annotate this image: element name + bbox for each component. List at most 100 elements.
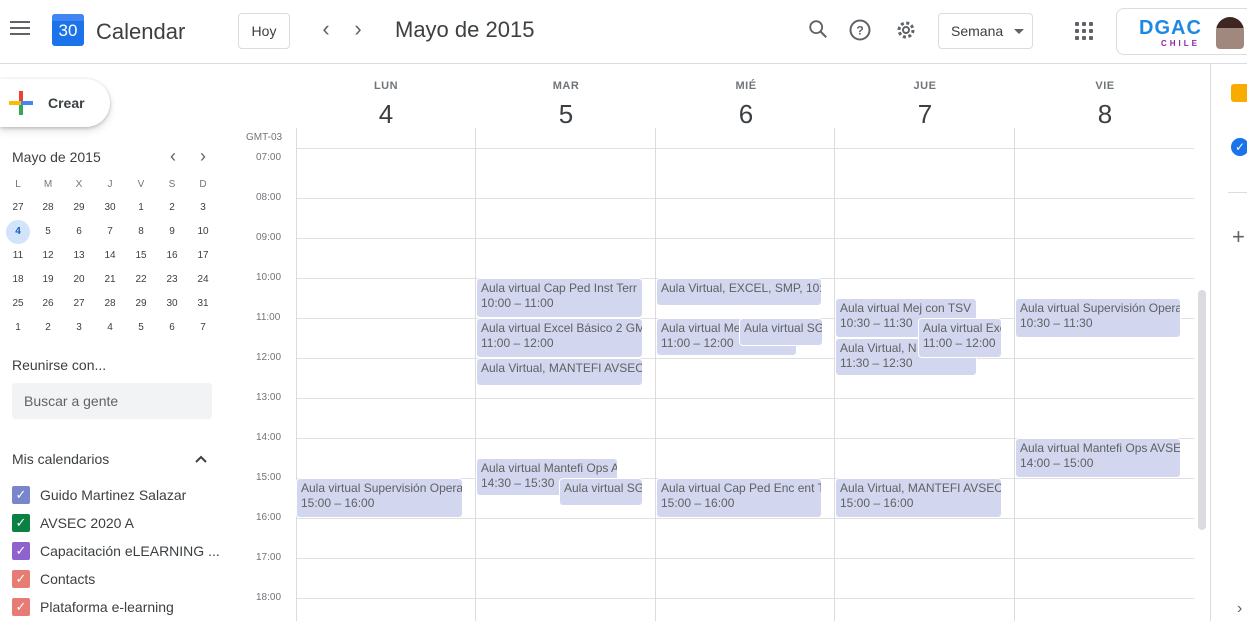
mini-calendar-day[interactable]: 3 (66, 316, 92, 340)
mini-calendar-day[interactable]: 21 (97, 268, 123, 292)
day-column-header[interactable]: VIE 8 (1015, 80, 1195, 130)
day-number[interactable]: 7 (835, 99, 1015, 130)
day-number[interactable]: 4 (296, 99, 476, 130)
mini-calendar-day[interactable]: 29 (128, 292, 154, 316)
mini-calendar-day[interactable]: 6 (159, 316, 185, 340)
day-number[interactable]: 6 (656, 99, 836, 130)
calendar-event[interactable]: Aula virtual Supervisión Opera 10:30 – 11… (1015, 298, 1181, 338)
hour-label: 18:00 (256, 592, 282, 603)
mini-calendar-day[interactable]: 8 (128, 220, 154, 244)
create-button[interactable]: Crear (0, 79, 110, 127)
calendar-event[interactable]: Aula virtual Mantefi Ops AVSE 14:00 – 15:… (1015, 438, 1181, 478)
mini-calendar-day[interactable]: 12 (35, 244, 61, 268)
mini-calendar-day[interactable]: 3 (190, 196, 216, 220)
keep-icon[interactable] (1231, 84, 1247, 102)
checkbox-icon[interactable]: ✓ (12, 542, 30, 560)
day-column-header[interactable]: MIÉ 6 (656, 80, 836, 130)
account-switcher[interactable]: DGAC CHILE (1116, 8, 1247, 55)
mini-calendar-day[interactable]: 30 (159, 292, 185, 316)
mini-calendar-day[interactable]: 1 (5, 316, 31, 340)
day-number[interactable]: 5 (476, 99, 656, 130)
chevron-left-icon[interactable]: ‹ (314, 18, 338, 42)
apps-grid-icon[interactable] (1075, 22, 1093, 40)
calendar-list-item[interactable]: ✓ Contacts (12, 566, 222, 590)
mini-calendar-next-icon[interactable]: › (193, 146, 213, 166)
checkbox-icon[interactable]: ✓ (12, 514, 30, 532)
mini-calendar-day[interactable]: 19 (35, 268, 61, 292)
mini-calendar-day[interactable]: 16 (159, 244, 185, 268)
mini-calendar-day[interactable]: 26 (35, 292, 61, 316)
chevron-right-icon[interactable]: › (1237, 600, 1242, 618)
checkbox-icon[interactable]: ✓ (12, 598, 30, 616)
mini-calendar-day[interactable]: 14 (97, 244, 123, 268)
event-title: Aula virtual Excel Básico 2 GM (481, 321, 643, 335)
mini-calendar-day[interactable]: 5 (128, 316, 154, 340)
mini-calendar-day[interactable]: 4 (6, 220, 30, 244)
mini-calendar-prev-icon[interactable]: ‹ (163, 146, 183, 166)
checkbox-icon[interactable]: ✓ (12, 570, 30, 588)
app-title[interactable]: Calendar (96, 19, 185, 45)
gear-icon[interactable] (894, 18, 918, 42)
view-selector[interactable]: Semana (938, 13, 1033, 49)
mini-calendar-day[interactable]: 20 (66, 268, 92, 292)
mini-calendar-day[interactable]: 30 (97, 196, 123, 220)
mini-calendar-day[interactable]: 17 (190, 244, 216, 268)
day-column-header[interactable]: LUN 4 (296, 80, 476, 130)
chevron-up-icon[interactable] (194, 452, 208, 466)
mini-calendar-day[interactable]: 15 (128, 244, 154, 268)
calendar-event[interactable]: Aula virtual Excel Básico 2 GM 11:00 – 12… (476, 318, 643, 358)
mini-calendar-day[interactable]: 28 (97, 292, 123, 316)
calendar-event[interactable]: Aula Virtual, MANTEFI AVSEC (476, 358, 643, 386)
calendar-event[interactable]: Aula Virtual, EXCEL, SMP, 10:0 (656, 278, 822, 306)
calendar-logo-icon[interactable]: 30 (52, 14, 84, 46)
main-menu-icon[interactable] (10, 21, 30, 37)
mini-calendar-day[interactable]: 25 (5, 292, 31, 316)
calendar-event[interactable]: Aula virtual SG (559, 478, 643, 506)
mini-calendar-day[interactable]: 4 (97, 316, 123, 340)
day-column-header[interactable]: MAR 5 (476, 80, 656, 130)
search-people-input[interactable]: Buscar a gente (12, 383, 212, 419)
day-column-header[interactable]: JUE 7 (835, 80, 1015, 130)
mini-calendar-day[interactable]: 2 (35, 316, 61, 340)
calendar-event[interactable]: Aula virtual Cap Ped Inst Terr 10:00 – 11… (476, 278, 643, 318)
mini-calendar-day[interactable]: 23 (159, 268, 185, 292)
mini-calendar-day[interactable]: 1 (128, 196, 154, 220)
mini-calendar-day[interactable]: 27 (5, 196, 31, 220)
search-icon[interactable] (806, 18, 830, 42)
calendar-list-item[interactable]: ✓ Capacitación eLEARNING ... (12, 538, 222, 562)
calendar-list-item[interactable]: ✓ Plataforma e-learning (12, 594, 222, 618)
mini-calendar-day[interactable]: 29 (66, 196, 92, 220)
chevron-right-icon[interactable]: › (346, 18, 370, 42)
calendar-event[interactable]: Aula virtual Cap Ped Enc ent T 15:00 – 16… (656, 478, 822, 518)
calendar-event[interactable]: Aula virtual Supervisión Opera 15:00 – 16… (296, 478, 463, 518)
mini-calendar-day[interactable]: 27 (66, 292, 92, 316)
mini-calendar-day[interactable]: 13 (66, 244, 92, 268)
mini-calendar-day[interactable]: 5 (35, 220, 61, 244)
add-addon-icon[interactable]: + (1232, 224, 1245, 250)
mini-calendar-day[interactable]: 9 (159, 220, 185, 244)
mini-calendar-day[interactable]: 24 (190, 268, 216, 292)
mini-calendar-day[interactable]: 28 (35, 196, 61, 220)
my-calendars-title[interactable]: Mis calendarios (12, 451, 109, 467)
day-number[interactable]: 8 (1015, 99, 1195, 130)
scrollbar[interactable] (1198, 290, 1206, 530)
mini-calendar-day[interactable]: 10 (190, 220, 216, 244)
calendar-event[interactable]: Aula Virtual, MANTEFI AVSEC 15:00 – 16:00 (835, 478, 1002, 518)
checkbox-icon[interactable]: ✓ (12, 486, 30, 504)
calendar-list-item[interactable]: ✓ Guido Martinez Salazar (12, 482, 222, 506)
avatar[interactable] (1216, 17, 1244, 49)
calendar-list-item[interactable]: ✓ AVSEC 2020 A (12, 510, 222, 534)
mini-calendar-day[interactable]: 2 (159, 196, 185, 220)
tasks-icon[interactable]: ✓ (1231, 138, 1247, 156)
mini-calendar-day[interactable]: 7 (190, 316, 216, 340)
mini-calendar-day[interactable]: 18 (5, 268, 31, 292)
mini-calendar-day[interactable]: 6 (66, 220, 92, 244)
mini-calendar-day[interactable]: 7 (97, 220, 123, 244)
mini-calendar-day[interactable]: 11 (5, 244, 31, 268)
mini-calendar-day[interactable]: 22 (128, 268, 154, 292)
help-icon[interactable]: ? (848, 18, 872, 42)
mini-calendar-day[interactable]: 31 (190, 292, 216, 316)
calendar-event[interactable]: Aula virtual Exc 11:00 – 12:00 (918, 318, 1002, 358)
calendar-event[interactable]: Aula virtual SG (739, 318, 823, 346)
today-button[interactable]: Hoy (238, 13, 290, 49)
